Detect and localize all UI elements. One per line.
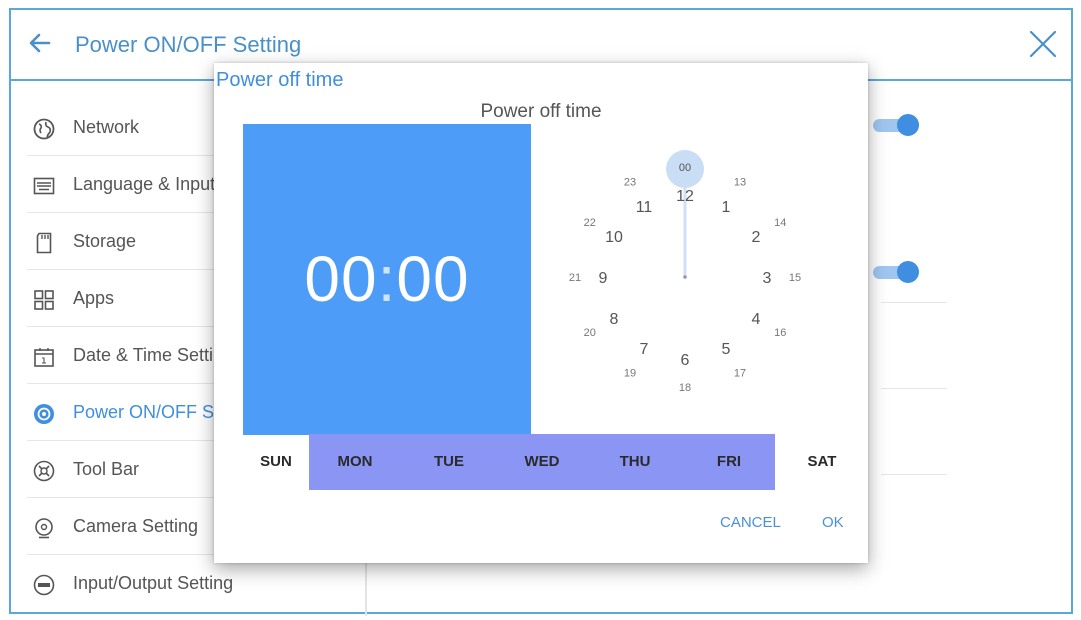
power-off-toggle[interactable] [873, 261, 919, 283]
apps-grid-icon [34, 290, 54, 310]
day-tue[interactable]: TUE [419, 453, 479, 470]
toggle-knob [897, 114, 919, 136]
camera-icon [35, 518, 53, 539]
calendar-icon [34, 348, 54, 367]
toolbar-icon [33, 460, 55, 482]
day-sun[interactable]: SUN [246, 453, 306, 470]
clock-hour-label[interactable]: 17 [734, 367, 746, 379]
day-thu[interactable]: THU [605, 453, 665, 470]
clock-hour-label[interactable]: 22 [584, 217, 596, 229]
time-display-panel: 00:00 [243, 124, 531, 435]
divider [881, 302, 947, 303]
time-separator: : [377, 243, 397, 315]
sidebar-item-label: Tool Bar [73, 459, 140, 479]
days-of-week-selector: SUN MON TUE WED THU FRI SAT [243, 434, 868, 490]
power-icon [34, 404, 54, 424]
clock-hour-label[interactable]: 14 [774, 217, 786, 229]
clock-hour-label[interactable]: 12 [676, 188, 694, 205]
picker-heading: Power off time [480, 101, 602, 122]
clock-hour-label[interactable]: 18 [679, 382, 691, 394]
clock-hour-label[interactable]: 6 [681, 352, 690, 369]
divider [881, 474, 947, 475]
sidebar-item-label: Input/Output Setting [73, 573, 234, 593]
clock-hour-label[interactable]: 3 [763, 270, 772, 287]
clock-hour-label[interactable]: 8 [610, 311, 619, 328]
back-arrow-icon[interactable] [27, 30, 53, 56]
keyboard-icon [33, 177, 55, 195]
sidebar-item-label: Language & Input [73, 174, 216, 194]
clock-hour-label[interactable]: 2 [752, 229, 761, 246]
time-display: 00:00 [243, 242, 531, 316]
sidebar-item-label: Storage [73, 231, 137, 251]
divider [881, 388, 947, 389]
day-wed[interactable]: WED [512, 453, 572, 470]
clock-hour-label[interactable]: 15 [789, 272, 801, 284]
sidebar-item-input-output[interactable]: Input/Output Setting [27, 556, 357, 612]
clock-hour-label[interactable]: 00 [679, 162, 691, 174]
page-title: Power ON/OFF Setting [75, 32, 302, 57]
clock-hour-label[interactable]: 11 [636, 199, 653, 216]
sidebar-item-label: Date & Time Setting [73, 345, 234, 365]
clock-hour-label[interactable]: 23 [624, 177, 636, 189]
clock-center [683, 275, 687, 279]
toggle-knob [897, 261, 919, 283]
minutes-display[interactable]: 00 [396, 243, 469, 315]
sidebar-item-label: Network [73, 117, 140, 137]
sidebar-item-label: Camera Setting [73, 516, 199, 536]
day-mon[interactable]: MON [325, 453, 385, 470]
clock-hour-label[interactable]: 21 [569, 272, 581, 284]
close-icon[interactable] [1027, 28, 1059, 60]
clock-hour-label[interactable]: 5 [722, 341, 731, 358]
input-output-icon [33, 574, 55, 596]
ok-button[interactable]: OK [822, 514, 844, 531]
sidebar-item-label: Apps [73, 288, 115, 308]
clock-hour-label[interactable]: 4 [752, 311, 761, 328]
clock-hour-label[interactable]: 19 [624, 367, 636, 379]
power-on-toggle[interactable] [873, 114, 919, 136]
day-fri[interactable]: FRI [699, 453, 759, 470]
clock-hour-label[interactable]: 9 [599, 270, 608, 287]
clock-hour-label[interactable]: 13 [734, 177, 746, 189]
sd-card-icon [36, 232, 52, 254]
cancel-button[interactable]: CANCEL [720, 514, 781, 531]
clock-hour-label[interactable]: 7 [640, 341, 649, 358]
clock-face[interactable]: 121234567891011001314151617181920212223 [531, 124, 868, 435]
clock-hour-label[interactable]: 1 [722, 199, 731, 216]
clock-hour-label[interactable]: 10 [605, 229, 623, 246]
clock-hour-label[interactable]: 16 [774, 327, 786, 339]
power-off-time-dialog: Power off time Power off time 00:00 12 1 2… [214, 63, 868, 563]
hours-display[interactable]: 00 [304, 243, 377, 315]
globe-icon [33, 118, 55, 140]
clock-hour-label[interactable]: 20 [584, 327, 596, 339]
dialog-title: Power off time [216, 69, 344, 91]
day-sat[interactable]: SAT [792, 453, 852, 470]
